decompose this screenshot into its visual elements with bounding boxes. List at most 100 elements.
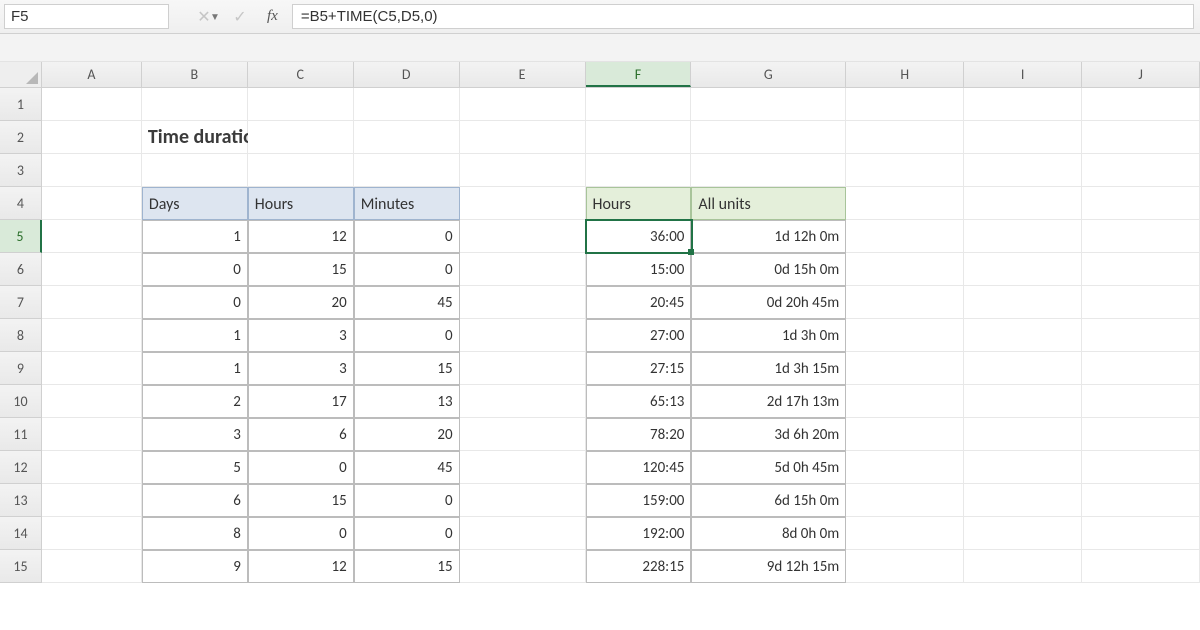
row-12: 12 5045 120:455d 0h 45m bbox=[0, 451, 1200, 484]
cell-hours[interactable]: 6 bbox=[248, 418, 354, 451]
cell-allunits[interactable]: 2d 17h 13m bbox=[691, 385, 846, 418]
cell-minutes[interactable]: 15 bbox=[354, 550, 460, 583]
formula-input[interactable] bbox=[292, 4, 1194, 29]
row-6: 6 0150 15:000d 15h 0m bbox=[0, 253, 1200, 286]
cell-days[interactable]: 3 bbox=[142, 418, 248, 451]
cell-hours[interactable]: 3 bbox=[248, 352, 354, 385]
cell-minutes[interactable]: 15 bbox=[354, 352, 460, 385]
row-header-3[interactable]: 3 bbox=[0, 154, 42, 187]
cell-hhmm[interactable]: 228:15 bbox=[586, 550, 692, 583]
page-title[interactable]: Time duration with days bbox=[142, 121, 248, 154]
row-header-6[interactable]: 6 bbox=[0, 253, 42, 286]
col-header-G[interactable]: G bbox=[691, 62, 846, 87]
row-header-10[interactable]: 10 bbox=[0, 385, 42, 418]
cell-minutes[interactable]: 20 bbox=[354, 418, 460, 451]
cell-days[interactable]: 1 bbox=[142, 319, 248, 352]
cell-hours[interactable]: 0 bbox=[248, 451, 354, 484]
cell-hhmm[interactable]: 27:15 bbox=[586, 352, 692, 385]
cell-allunits[interactable]: 0d 15h 0m bbox=[691, 253, 846, 286]
cell-hours[interactable]: 15 bbox=[248, 484, 354, 517]
cell-hours[interactable]: 12 bbox=[248, 220, 354, 253]
cell-hhmm[interactable]: 159:00 bbox=[586, 484, 692, 517]
bar-spacer bbox=[0, 34, 1200, 62]
cell-allunits[interactable]: 6d 15h 0m bbox=[691, 484, 846, 517]
cell-hhmm[interactable]: 65:13 bbox=[586, 385, 692, 418]
cell-hhmm[interactable]: 20:45 bbox=[586, 286, 692, 319]
cell-hours[interactable]: 17 bbox=[248, 385, 354, 418]
cell-allunits[interactable]: 1d 3h 15m bbox=[691, 352, 846, 385]
row-header-2[interactable]: 2 bbox=[0, 121, 42, 154]
cell-hhmm[interactable]: 78:20 bbox=[586, 418, 692, 451]
cell-minutes[interactable]: 13 bbox=[354, 385, 460, 418]
th-hours[interactable]: Hours bbox=[248, 187, 354, 220]
col-header-H[interactable]: H bbox=[846, 62, 964, 87]
cell-hours[interactable]: 15 bbox=[248, 253, 354, 286]
cell-minutes[interactable]: 0 bbox=[354, 484, 460, 517]
col-header-J[interactable]: J bbox=[1082, 62, 1200, 87]
th-allunits[interactable]: All units bbox=[691, 187, 846, 220]
row-header-1[interactable]: 1 bbox=[0, 88, 42, 121]
cell-days[interactable]: 6 bbox=[142, 484, 248, 517]
row-header-5[interactable]: 5 bbox=[0, 220, 42, 253]
col-header-F[interactable]: F bbox=[586, 62, 692, 87]
grid-rows: 12Time duration with days34DaysHoursMinu… bbox=[0, 88, 1200, 583]
row-header-14[interactable]: 14 bbox=[0, 517, 42, 550]
cell-allunits[interactable]: 0d 20h 45m bbox=[691, 286, 846, 319]
col-header-A[interactable]: A bbox=[42, 62, 142, 87]
fx-icon[interactable]: fx bbox=[267, 8, 284, 25]
row-15: 1591215228:159d 12h 15m bbox=[0, 550, 1200, 583]
cell-minutes[interactable]: 0 bbox=[354, 220, 460, 253]
cell-hours[interactable]: 12 bbox=[248, 550, 354, 583]
cell-hours[interactable]: 3 bbox=[248, 319, 354, 352]
row-header-11[interactable]: 11 bbox=[0, 418, 42, 451]
cell-minutes[interactable]: 0 bbox=[354, 253, 460, 286]
row-header-4[interactable]: 4 bbox=[0, 187, 42, 220]
cell-days[interactable]: 2 bbox=[142, 385, 248, 418]
th-hours-total[interactable]: Hours bbox=[586, 187, 692, 220]
th-days[interactable]: Days bbox=[142, 187, 248, 220]
cell-hhmm[interactable]: 120:45 bbox=[586, 451, 692, 484]
col-header-C[interactable]: C bbox=[248, 62, 354, 87]
cell-minutes[interactable]: 0 bbox=[354, 517, 460, 550]
cell-minutes[interactable]: 45 bbox=[354, 286, 460, 319]
row-3: 3 bbox=[0, 154, 1200, 187]
row-header-13[interactable]: 13 bbox=[0, 484, 42, 517]
cell-days[interactable]: 0 bbox=[142, 286, 248, 319]
cell-hours[interactable]: 20 bbox=[248, 286, 354, 319]
cell-allunits[interactable]: 3d 6h 20m bbox=[691, 418, 846, 451]
cell-hours[interactable]: 0 bbox=[248, 517, 354, 550]
row-header-15[interactable]: 15 bbox=[0, 550, 42, 583]
cell-allunits[interactable]: 5d 0h 45m bbox=[691, 451, 846, 484]
cell-allunits[interactable]: 1d 12h 0m bbox=[691, 220, 846, 253]
cell-days[interactable]: 5 bbox=[142, 451, 248, 484]
col-header-E[interactable]: E bbox=[460, 62, 586, 87]
cell-allunits[interactable]: 8d 0h 0m bbox=[691, 517, 846, 550]
cell-days[interactable]: 0 bbox=[142, 253, 248, 286]
cell-hhmm[interactable]: 27:00 bbox=[586, 319, 692, 352]
row-11: 11 3620 78:203d 6h 20m bbox=[0, 418, 1200, 451]
name-box-wrap[interactable]: ▼ bbox=[4, 4, 169, 29]
select-all-button[interactable] bbox=[0, 62, 42, 87]
cancel-icon: ✕ bbox=[195, 7, 213, 27]
cell-days[interactable]: 1 bbox=[142, 352, 248, 385]
col-header-I[interactable]: I bbox=[964, 62, 1082, 87]
worksheet[interactable]: ABCDEFGHIJ 12Time duration with days34Da… bbox=[0, 62, 1200, 583]
row-header-9[interactable]: 9 bbox=[0, 352, 42, 385]
col-header-B[interactable]: B bbox=[142, 62, 248, 87]
cell-hhmm[interactable]: 15:00 bbox=[586, 253, 692, 286]
th-minutes[interactable]: Minutes bbox=[354, 187, 460, 220]
cell-minutes[interactable]: 45 bbox=[354, 451, 460, 484]
cell-hhmm[interactable]: 36:00 bbox=[586, 220, 692, 253]
row-10: 10 21713 65:132d 17h 13m bbox=[0, 385, 1200, 418]
cell-hhmm[interactable]: 192:00 bbox=[586, 517, 692, 550]
cell-minutes[interactable]: 0 bbox=[354, 319, 460, 352]
cell-days[interactable]: 1 bbox=[142, 220, 248, 253]
cell-allunits[interactable]: 9d 12h 15m bbox=[691, 550, 846, 583]
cell-allunits[interactable]: 1d 3h 0m bbox=[691, 319, 846, 352]
cell-days[interactable]: 8 bbox=[142, 517, 248, 550]
row-header-8[interactable]: 8 bbox=[0, 319, 42, 352]
col-header-D[interactable]: D bbox=[354, 62, 460, 87]
cell-days[interactable]: 9 bbox=[142, 550, 248, 583]
row-header-12[interactable]: 12 bbox=[0, 451, 42, 484]
row-header-7[interactable]: 7 bbox=[0, 286, 42, 319]
